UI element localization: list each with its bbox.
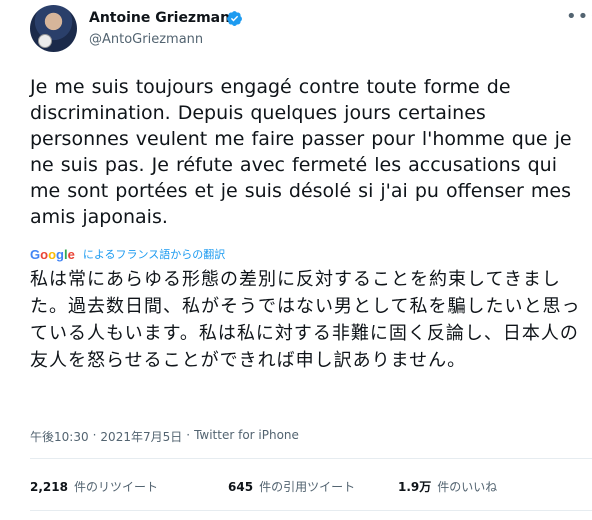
- meta-separator: ·: [186, 428, 191, 442]
- author-name[interactable]: Antoine Griezmann: [89, 10, 240, 26]
- tweet-text: Je me suis toujours engagé contre toute …: [30, 76, 572, 228]
- verified-badge-icon: [227, 11, 242, 26]
- more-dots-icon[interactable]: •••: [566, 6, 592, 27]
- author-handle[interactable]: @AntoGriezmann: [89, 32, 203, 47]
- quotes-stat[interactable]: 645 件の引用ツイート: [228, 478, 398, 495]
- divider: [30, 510, 592, 511]
- quotes-count: 645: [228, 480, 254, 494]
- retweets-stat[interactable]: 2,218 件のリツイート: [30, 478, 228, 495]
- google-logo: Google: [30, 246, 75, 262]
- likes-stat[interactable]: 1.9万 件のいいね: [398, 478, 497, 495]
- tweet-source[interactable]: Twitter for iPhone: [194, 428, 299, 445]
- likes-label: 件のいいね: [437, 480, 498, 494]
- tweet-date[interactable]: 2021年7月5日: [100, 428, 182, 445]
- tweet-metadata: 午後10:30 · 2021年7月5日 · Twitter for iPhone: [30, 428, 299, 445]
- quotes-label: 件の引用ツイート: [259, 480, 356, 494]
- tweet-date-separator: ·: [92, 428, 97, 442]
- divider: [30, 458, 592, 459]
- translation-attribution: Google によるフランス語からの翻訳: [30, 244, 225, 264]
- likes-count: 1.9万: [398, 480, 432, 494]
- translated-text: 私は常にあらゆる形態の差別に反対することを約束してきました。過去数日間、私がそう…: [30, 269, 581, 371]
- avatar[interactable]: [30, 5, 77, 52]
- retweets-count: 2,218: [30, 480, 68, 494]
- tweet-stats: 2,218 件のリツイート 645 件の引用ツイート 1.9万 件のいいね: [30, 478, 497, 495]
- tweet-header: Antoine Griezmann @AntoGriezmann •••: [0, 0, 592, 64]
- tweet-time[interactable]: 午後10:30: [30, 428, 89, 445]
- retweets-label: 件のリツイート: [73, 480, 158, 494]
- translation-label[interactable]: によるフランス語からの翻訳: [83, 246, 225, 262]
